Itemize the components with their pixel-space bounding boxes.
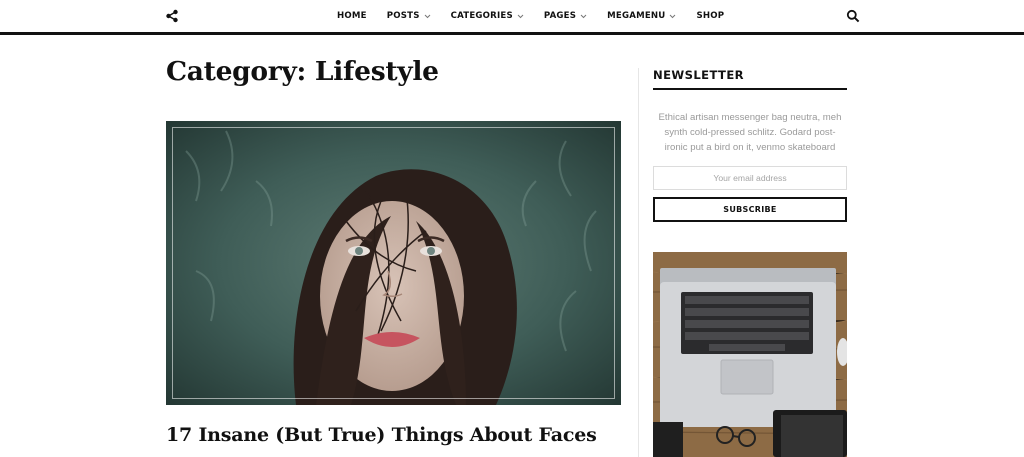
nav-item-label: SHOP bbox=[696, 11, 725, 21]
search-icon[interactable] bbox=[846, 9, 860, 23]
featured-post-image[interactable] bbox=[166, 121, 621, 405]
nav-item-posts[interactable]: POSTS bbox=[387, 11, 431, 21]
nav-item-home[interactable]: HOME bbox=[337, 11, 367, 21]
image-frame-overlay bbox=[172, 127, 615, 399]
chevron-down-icon bbox=[670, 14, 676, 18]
post-title-link[interactable]: 17 Insane (But True) Things About Faces bbox=[166, 424, 597, 446]
nav-item-pages[interactable]: PAGES bbox=[544, 11, 587, 21]
top-navigation-bar: HOME POSTS CATEGORIES PAGES MEGAMENU SHO… bbox=[0, 0, 1024, 32]
widget-title-underline bbox=[653, 88, 847, 90]
share-icon[interactable] bbox=[165, 9, 179, 23]
nav-item-label: MEGAMENU bbox=[607, 11, 666, 21]
chevron-down-icon bbox=[424, 14, 430, 18]
header-divider bbox=[0, 32, 1024, 35]
nav-item-megamenu[interactable]: MEGAMENU bbox=[607, 11, 676, 21]
sidebar-divider bbox=[638, 68, 639, 457]
main-menu: HOME POSTS CATEGORIES PAGES MEGAMENU SHO… bbox=[337, 0, 724, 32]
nav-item-categories[interactable]: CATEGORIES bbox=[451, 11, 524, 21]
email-field[interactable] bbox=[653, 166, 847, 190]
nav-item-shop[interactable]: SHOP bbox=[696, 11, 724, 21]
promo-image[interactable] bbox=[653, 252, 847, 457]
chevron-down-icon bbox=[580, 14, 587, 18]
newsletter-description: Ethical artisan messenger bag neutra, me… bbox=[658, 112, 842, 153]
chevron-down-icon bbox=[517, 14, 524, 18]
subscribe-button[interactable]: SUBSCRIBE bbox=[653, 197, 847, 222]
newsletter-title: NEWSLETTER bbox=[653, 68, 744, 82]
nav-item-label: POSTS bbox=[386, 11, 420, 21]
nav-item-label: PAGES bbox=[543, 11, 577, 21]
nav-item-label: HOME bbox=[337, 11, 367, 21]
laptop-on-desk-image bbox=[653, 252, 847, 457]
nav-item-label: CATEGORIES bbox=[450, 11, 513, 21]
page-title: Category: Lifestyle bbox=[166, 56, 439, 87]
